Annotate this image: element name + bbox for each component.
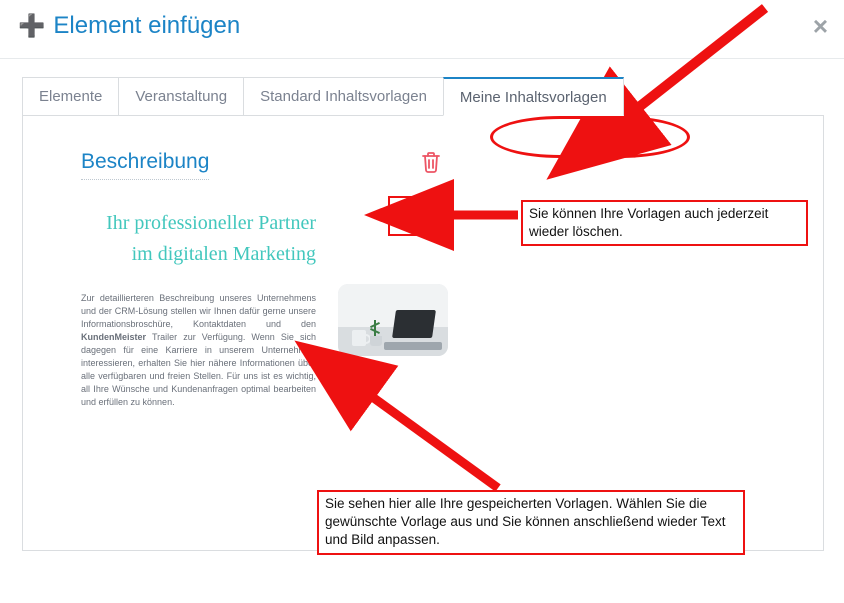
- delete-template-button[interactable]: [413, 144, 449, 180]
- template-subheadline: Ihr professioneller Partner im digitalen…: [81, 208, 316, 270]
- tab-panel-meine-inhaltsvorlagen: Beschreibung Ihr professioneller Partner…: [22, 116, 824, 551]
- template-text-column: Ihr professioneller Partner im digitalen…: [81, 208, 316, 409]
- insert-element-dialog: ➕ Element einfügen × Elemente Veranstalt…: [0, 0, 844, 603]
- tab-veranstaltung[interactable]: Veranstaltung: [118, 77, 244, 115]
- tab-elemente[interactable]: Elemente: [22, 77, 119, 115]
- dialog-header: ➕ Element einfügen ×: [0, 0, 844, 59]
- trash-icon: [421, 151, 441, 173]
- annotation-delete-hint: Sie können Ihre Vorlagen auch jederzeit …: [521, 200, 808, 246]
- template-title[interactable]: Beschreibung: [81, 150, 209, 180]
- template-body-text: Zur detaillierteren Beschreibung unseres…: [81, 292, 316, 409]
- annotation-templates-hint: Sie sehen hier alle Ihre gespeicherten V…: [317, 490, 745, 555]
- tab-bar: Elemente Veranstaltung Standard Inhaltsv…: [22, 77, 824, 116]
- tab-standard-inhaltsvorlagen[interactable]: Standard Inhaltsvorlagen: [243, 77, 444, 115]
- close-button[interactable]: ×: [813, 13, 828, 39]
- dialog-title-text: Element einfügen: [53, 12, 240, 40]
- dialog-title: ➕ Element einfügen: [18, 12, 240, 40]
- tab-meine-inhaltsvorlagen[interactable]: Meine Inhaltsvorlagen: [443, 77, 624, 116]
- plus-icon: ➕: [18, 15, 45, 37]
- template-image-thumbnail: [338, 284, 448, 356]
